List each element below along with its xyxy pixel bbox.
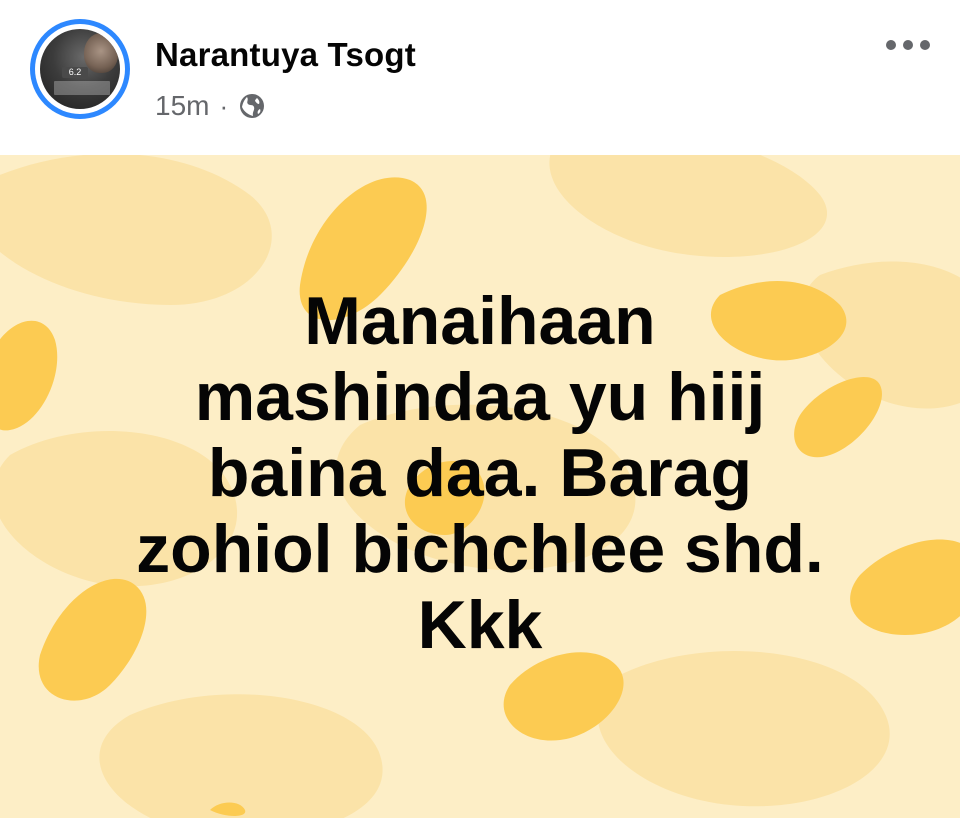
avatar-badge: 6.2 bbox=[62, 67, 88, 78]
avatar-ring-gap: 6.2 bbox=[35, 24, 125, 114]
more-horizontal-icon bbox=[886, 40, 930, 50]
post-card: 6.2 Narantuya Tsogt 15m · Manaihaan mash… bbox=[0, 0, 960, 818]
meta-separator: · bbox=[219, 90, 229, 121]
post-header: 6.2 Narantuya Tsogt 15m · bbox=[0, 0, 960, 155]
globe-icon[interactable] bbox=[238, 92, 266, 120]
post-text: Manaihaan mashindaa yu hiij baina daa. B… bbox=[136, 283, 824, 663]
author-name[interactable]: Narantuya Tsogt bbox=[155, 36, 416, 74]
post-background: Manaihaan mashindaa yu hiij baina daa. B… bbox=[0, 155, 960, 818]
post-timestamp[interactable]: 15m bbox=[155, 90, 209, 122]
post-meta: 15m · bbox=[155, 86, 266, 126]
avatar-caption-strip bbox=[54, 81, 110, 95]
avatar-image: 6.2 bbox=[40, 29, 120, 109]
avatar-face bbox=[84, 33, 118, 73]
profile-avatar[interactable]: 6.2 bbox=[30, 19, 130, 119]
more-options-button[interactable] bbox=[880, 30, 936, 60]
